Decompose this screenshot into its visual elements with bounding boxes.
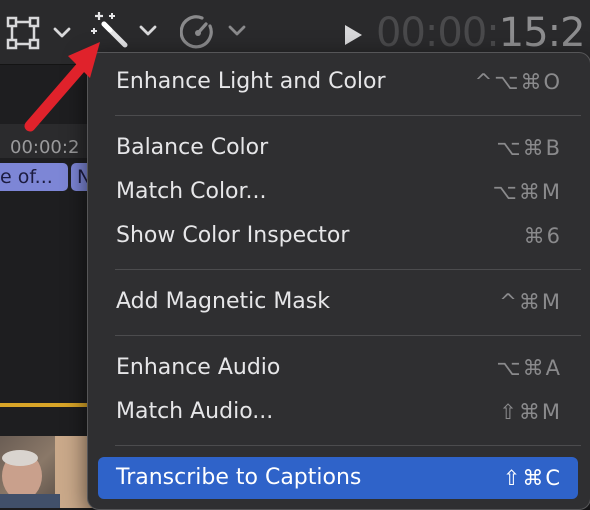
menu-item-label: Show Color Inspector xyxy=(116,223,350,248)
menu-item-shortcut: ^⌘M xyxy=(499,290,562,314)
timeline-clip[interactable]: e of... xyxy=(0,163,68,191)
menu-separator xyxy=(115,445,581,446)
menu-item-enhance-light-and-color[interactable]: Enhance Light and Color ^⌥⌘O xyxy=(98,61,578,103)
menu-item-label: Balance Color xyxy=(116,135,269,160)
menu-separator xyxy=(115,269,581,270)
timecode-dim-part: 00:00: xyxy=(376,10,500,56)
ruler-timecode: 00:00:2 xyxy=(10,137,80,158)
menu-item-label: Transcribe to Captions xyxy=(116,465,362,490)
menu-item-label: Enhance Light and Color xyxy=(116,69,386,94)
menu-item-match-color[interactable]: Match Color... ⌥⌘M xyxy=(98,171,578,213)
video-thumbnail[interactable] xyxy=(0,436,96,508)
menu-item-label: Add Magnetic Mask xyxy=(116,289,330,314)
retime-button[interactable] xyxy=(179,14,216,50)
menu-item-match-audio[interactable]: Match Audio... ⇧⌘M xyxy=(98,391,578,433)
audio-track-indicator xyxy=(0,403,100,407)
timecode-display: 00:00:15:2 xyxy=(376,10,586,56)
menu-item-transcribe-to-captions[interactable]: Transcribe to Captions ⇧⌘C xyxy=(98,457,578,499)
annotation-arrow-icon xyxy=(24,42,100,132)
person-thumbnail-image xyxy=(0,436,96,508)
menu-item-shortcut: ⇧⌘M xyxy=(499,400,562,424)
retime-menu-chevron[interactable] xyxy=(227,22,247,40)
menu-item-shortcut: ⌘6 xyxy=(523,224,562,248)
menu-item-label: Enhance Audio xyxy=(116,355,281,380)
menu-item-shortcut: ⌥⌘M xyxy=(492,180,562,204)
menu-item-shortcut: ^⌥⌘O xyxy=(474,70,562,94)
play-icon xyxy=(345,25,362,45)
chevron-down-icon xyxy=(228,25,246,36)
menu-item-balance-color[interactable]: Balance Color ⌥⌘B xyxy=(98,127,578,169)
play-button[interactable] xyxy=(342,23,364,47)
menu-item-enhance-audio[interactable]: Enhance Audio ⌥⌘A xyxy=(98,347,578,389)
menu-item-add-magnetic-mask[interactable]: Add Magnetic Mask ^⌘M xyxy=(98,281,578,323)
menu-separator xyxy=(115,335,581,336)
timecode-bright-part: 15:2 xyxy=(498,10,586,56)
menu-item-shortcut: ⌥⌘B xyxy=(496,136,562,160)
speedometer-icon xyxy=(179,15,213,49)
menu-item-shortcut: ⌥⌘A xyxy=(496,356,562,380)
menu-item-shortcut: ⇧⌘C xyxy=(502,466,562,490)
enhancements-menu: Enhance Light and Color ^⌥⌘O Balance Col… xyxy=(87,52,590,510)
enhancements-menu-chevron[interactable] xyxy=(138,22,158,40)
menu-item-show-color-inspector[interactable]: Show Color Inspector ⌘6 xyxy=(98,215,578,257)
chevron-down-icon xyxy=(139,25,157,36)
menu-separator xyxy=(115,115,581,116)
menu-item-label: Match Audio... xyxy=(116,399,274,424)
menu-item-label: Match Color... xyxy=(116,179,267,204)
